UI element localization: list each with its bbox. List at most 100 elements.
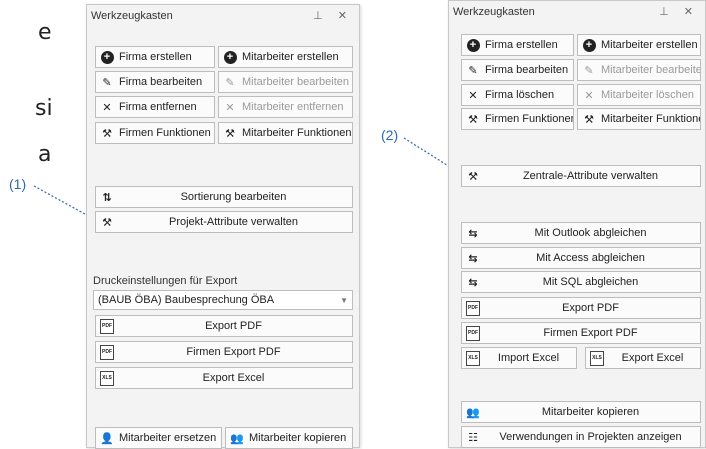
outlook-sync-button[interactable]: ⇆ Mit Outlook abgleichen xyxy=(461,222,701,244)
pdf-icon: PDF xyxy=(466,325,480,341)
x-icon: ✕ xyxy=(584,89,594,102)
button-label: Firma bearbeiten xyxy=(485,64,569,76)
button-label: Firma erstellen xyxy=(119,51,192,63)
firma-entfernen-button[interactable]: ✕ Firma entfernen xyxy=(95,96,215,118)
zentrale-attribute-button[interactable]: ⚒ Zentrale-Attribute verwalten xyxy=(461,165,701,187)
button-label: Projekt-Attribute verwalten xyxy=(169,216,298,228)
button-label: Firmen Export PDF xyxy=(186,346,281,358)
firma-erstellen-button[interactable]: + Firma erstellen xyxy=(461,34,574,56)
export-excel-button[interactable]: XLS Export Excel xyxy=(95,367,353,389)
druckeinstellungen-label: Druckeinstellungen für Export xyxy=(93,275,238,287)
tools-icon: ⚒ xyxy=(102,127,112,140)
button-label: Mitarbeiter löschen xyxy=(601,89,694,101)
firmen-funktionen-button[interactable]: ⚒ Firmen Funktionen xyxy=(95,122,215,144)
button-label: Export PDF xyxy=(205,320,262,332)
button-label: Import Excel xyxy=(497,352,560,364)
firma-bearbeiten-button[interactable]: ✎ Firma bearbeiten xyxy=(461,59,574,81)
x-icon: ✕ xyxy=(468,89,478,102)
button-label: Firmen Funktionen xyxy=(119,127,211,139)
mitarbeiter-erstellen-button[interactable]: + Mitarbeiter erstellen xyxy=(218,46,353,68)
button-label: Mitarbeiter entfernen xyxy=(242,101,344,113)
button-label: Export Excel xyxy=(202,372,265,384)
firma-loeschen-button[interactable]: ✕ Firma löschen xyxy=(461,84,574,106)
button-label: Mitarbeiter erstellen xyxy=(601,39,698,51)
list-icon: ☷ xyxy=(468,431,478,444)
firmen-funktionen-button[interactable]: ⚒ Firmen Funktionen xyxy=(461,108,574,130)
mitarbeiter-bearbeiten-button[interactable]: ✎ Mitarbeiter bearbeiten xyxy=(577,59,701,81)
tools-icon: ⚒ xyxy=(584,113,594,126)
sql-sync-button[interactable]: ⇆ Mit SQL abgleichen xyxy=(461,271,701,293)
sync-icon: ⇆ xyxy=(468,276,478,289)
panel-title: Werkzeugkasten xyxy=(91,10,173,22)
button-label: Sortierung bearbeiten xyxy=(180,191,287,203)
firma-bearbeiten-button[interactable]: ✎ Firma bearbeiten xyxy=(95,71,215,93)
button-label: Export Excel xyxy=(621,352,684,364)
mitarbeiter-erstellen-button[interactable]: + Mitarbeiter erstellen xyxy=(577,34,701,56)
firmen-export-pdf-button[interactable]: PDF Firmen Export PDF xyxy=(461,322,701,344)
panel-title: Werkzeugkasten xyxy=(453,6,535,18)
plus-circle-icon: + xyxy=(466,38,480,52)
edit-icon: ✎ xyxy=(584,64,594,77)
select-value: (BAUB ÖBA) Baubesprechung ÖBA xyxy=(98,294,275,306)
druckeinstellungen-select[interactable]: (BAUB ÖBA) Baubesprechung ÖBA ▼ xyxy=(93,290,353,310)
mitarbeiter-bearbeiten-button[interactable]: ✎ Mitarbeiter bearbeiten xyxy=(218,71,353,93)
tools-icon: ⚒ xyxy=(468,170,478,183)
panel-pin-close-icons[interactable]: ⊥ ✕ xyxy=(659,5,699,18)
tools-icon: ⚒ xyxy=(102,216,112,229)
button-label: Mitarbeiter Funktionen xyxy=(601,113,701,125)
mitarbeiter-loeschen-button[interactable]: ✕ Mitarbeiter löschen xyxy=(577,84,701,106)
button-label: Mitarbeiter Funktionen xyxy=(242,127,352,139)
mitarbeiter-kopieren-button[interactable]: 👥 Mitarbeiter kopieren xyxy=(461,401,701,423)
export-pdf-button[interactable]: PDF Export PDF xyxy=(461,297,701,319)
excel-icon: XLS xyxy=(466,350,480,366)
button-label: Firmen Funktionen xyxy=(485,113,574,125)
access-sync-button[interactable]: ⇆ Mit Access abgleichen xyxy=(461,247,701,269)
button-label: Mit SQL abgleichen xyxy=(542,276,639,288)
panel-pin-close-icons[interactable]: ⊥ ✕ xyxy=(313,9,353,22)
button-label: Zentrale-Attribute verwalten xyxy=(522,170,659,182)
import-excel-button[interactable]: XLS Import Excel xyxy=(461,347,577,369)
button-label: Firma bearbeiten xyxy=(119,76,203,88)
people-icon: 👥 xyxy=(230,432,244,445)
plus-circle-icon: + xyxy=(100,50,114,64)
button-label: Mitarbeiter kopieren xyxy=(541,406,640,418)
mitarbeiter-funktionen-button[interactable]: ⚒ Mitarbeiter Funktionen xyxy=(218,122,353,144)
firmen-export-pdf-button[interactable]: PDF Firmen Export PDF xyxy=(95,341,353,363)
x-icon: ✕ xyxy=(102,101,112,114)
projekt-attribute-button[interactable]: ⚒ Projekt-Attribute verwalten xyxy=(95,211,353,233)
plus-circle-icon: + xyxy=(582,38,596,52)
mitarbeiter-entfernen-button[interactable]: ✕ Mitarbeiter entfernen xyxy=(218,96,353,118)
sync-icon: ⇆ xyxy=(468,252,478,265)
button-label: Firmen Export PDF xyxy=(543,327,638,339)
button-label: Mit Access abgleichen xyxy=(536,252,645,264)
export-excel-button[interactable]: XLS Export Excel xyxy=(585,347,701,369)
button-label: Mitarbeiter erstellen xyxy=(242,51,339,63)
button-label: Verwendungen in Projekten anzeigen xyxy=(499,431,682,443)
button-label: Mitarbeiter ersetzen xyxy=(119,432,217,444)
edit-icon: ✎ xyxy=(102,76,112,89)
button-label: Mit Outlook abgleichen xyxy=(534,227,647,239)
people-icon: 👥 xyxy=(466,406,480,419)
verwendungen-button[interactable]: ☷ Verwendungen in Projekten anzeigen xyxy=(461,426,701,448)
sort-icon: ⇅ xyxy=(102,191,112,204)
callout-arrow-1 xyxy=(33,185,96,220)
chevron-down-icon: ▼ xyxy=(340,295,348,305)
mitarbeiter-funktionen-button[interactable]: ⚒ Mitarbeiter Funktionen xyxy=(577,108,701,130)
button-label: Firma löschen xyxy=(485,89,555,101)
button-label: Firma entfernen xyxy=(119,101,197,113)
toolbox-panel-left: Werkzeugkasten ⊥ ✕ + Firma erstellen + M… xyxy=(86,4,360,449)
button-label: Firma erstellen xyxy=(485,39,558,51)
edit-icon: ✎ xyxy=(468,64,478,77)
sync-icon: ⇆ xyxy=(468,227,478,240)
button-label: Mitarbeiter kopieren xyxy=(249,432,347,444)
pdf-icon: PDF xyxy=(100,344,114,360)
firma-erstellen-button[interactable]: + Firma erstellen xyxy=(95,46,215,68)
sortierung-bearbeiten-button[interactable]: ⇅ Sortierung bearbeiten xyxy=(95,186,353,208)
pdf-icon: PDF xyxy=(100,318,114,334)
excel-icon: XLS xyxy=(100,370,114,386)
button-label: Mitarbeiter bearbeiten xyxy=(601,64,701,76)
toolbox-panel-right: Werkzeugkasten ⊥ ✕ + Firma erstellen + M… xyxy=(448,0,706,448)
button-label: Mitarbeiter bearbeiten xyxy=(242,76,350,88)
export-pdf-button[interactable]: PDF Export PDF xyxy=(95,315,353,337)
person-icon: 👤 xyxy=(100,432,114,445)
